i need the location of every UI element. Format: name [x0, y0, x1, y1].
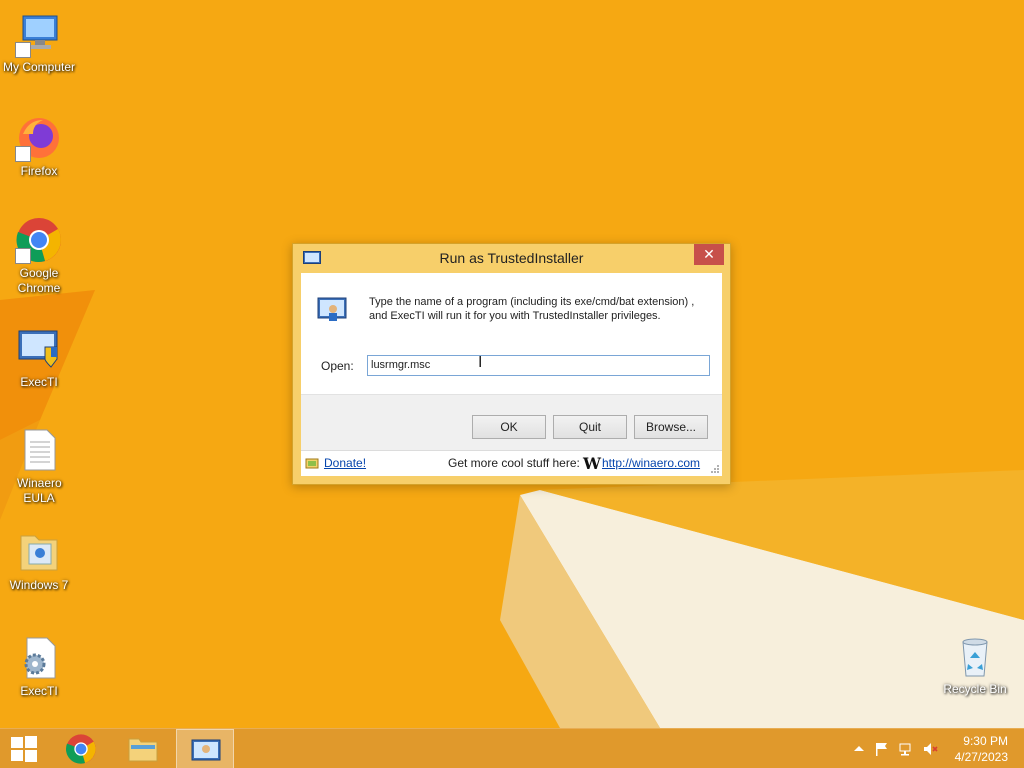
taskbar-execti[interactable]	[176, 729, 234, 768]
open-command-input[interactable]: lusrmgr.msc	[367, 355, 710, 376]
browse-button[interactable]: Browse...	[634, 415, 708, 439]
instruction-text: Type the name of a program (including it…	[369, 296, 695, 322]
dialog-footer: Donate! Get more cool stuff here: W http…	[301, 450, 722, 476]
desktop-icon-winaero-eula[interactable]: Winaero EULA	[1, 426, 77, 506]
quit-button[interactable]: Quit	[553, 415, 627, 439]
desktop-icon-google-chrome[interactable]: Google Chrome	[1, 216, 77, 296]
execti-program-icon	[317, 297, 347, 321]
start-button[interactable]	[0, 729, 48, 768]
open-label: Open:	[321, 359, 354, 373]
more-stuff-text: Get more cool stuff here:	[448, 456, 580, 470]
button-area: OK Quit Browse...	[301, 394, 722, 451]
execti-shield-icon	[15, 325, 63, 373]
desktop-icon-label: Google Chrome	[17, 266, 61, 295]
winaero-logo-icon: W	[583, 454, 601, 473]
desktop-icon-execti-2[interactable]: ExecTI	[1, 634, 77, 699]
desktop-icon-label: ExecTI	[20, 684, 58, 698]
firefox-icon	[15, 114, 63, 162]
desktop-icon-recycle-bin[interactable]: Recycle Bin	[937, 632, 1013, 697]
donate-icon	[305, 458, 319, 469]
taskbar-file-explorer[interactable]	[114, 729, 172, 768]
desktop-icon-label: Firefox	[20, 164, 58, 178]
desktop-icon-windows-7[interactable]: Windows 7	[1, 528, 77, 593]
winaero-link[interactable]: http://winaero.com	[602, 456, 700, 470]
ok-button[interactable]: OK	[472, 415, 546, 439]
run-as-trustedinstaller-dialog: Run as TrustedInstaller ✕ Type the name …	[292, 243, 731, 485]
folder-icon	[15, 528, 63, 576]
chrome-icon	[15, 216, 63, 264]
recycle-bin-icon	[951, 632, 999, 680]
settings-gear-icon	[15, 634, 63, 682]
donate-link[interactable]: Donate!	[324, 456, 366, 470]
desktop-icon-label: My Computer	[2, 60, 76, 74]
desktop-icon-label: Windows 7	[9, 578, 69, 592]
computer-icon	[15, 10, 63, 58]
taskbar-chrome[interactable]	[52, 729, 110, 768]
desktop-icon-label: Winaero EULA	[17, 476, 62, 505]
text-document-icon	[15, 426, 63, 474]
shortcut-arrow-icon	[15, 146, 31, 162]
dialog-titlebar[interactable]: Run as TrustedInstaller ✕	[293, 244, 730, 273]
desktop-icon-my-computer[interactable]: My Computer	[1, 10, 77, 75]
taskbar: 9:30 PM 4/27/2023	[0, 728, 1024, 768]
file-explorer-icon	[128, 738, 158, 762]
shortcut-arrow-icon	[15, 248, 31, 264]
desktop-icon-label: Recycle Bin	[943, 682, 1007, 696]
resize-grip-icon[interactable]	[710, 464, 720, 474]
desktop-icon-execti[interactable]: ExecTI	[1, 325, 77, 390]
show-hidden-icons-icon[interactable]	[851, 741, 867, 757]
clock-time[interactable]: 9:30 PM	[938, 734, 1008, 748]
network-icon[interactable]	[898, 741, 914, 757]
execti-icon	[191, 739, 221, 761]
dialog-title: Run as TrustedInstaller	[439, 250, 584, 266]
shortcut-arrow-icon	[15, 42, 31, 58]
close-button[interactable]: ✕	[694, 244, 724, 265]
volume-muted-icon[interactable]	[922, 741, 938, 757]
clock-date[interactable]: 4/27/2023	[938, 750, 1008, 764]
dialog-client-area: Type the name of a program (including it…	[301, 273, 722, 476]
desktop-icon-firefox[interactable]: Firefox	[1, 114, 77, 179]
desktop-icon-label: ExecTI	[20, 375, 58, 389]
windows-logo-icon	[11, 736, 37, 762]
action-center-flag-icon[interactable]	[874, 741, 890, 757]
chrome-icon	[66, 734, 96, 764]
text-cursor-icon: I	[478, 354, 483, 371]
